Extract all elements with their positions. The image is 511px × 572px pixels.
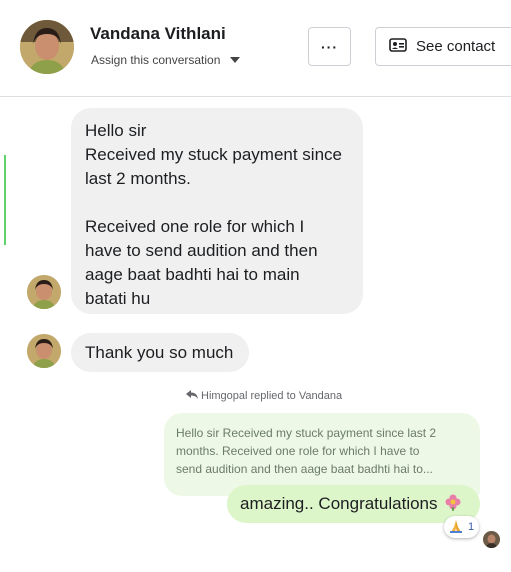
message-text: amazing.. Congratulations: [240, 494, 438, 513]
reaction-badge[interactable]: 1: [444, 516, 480, 538]
contact-avatar[interactable]: [20, 20, 74, 74]
prayer-hands-icon: [448, 518, 464, 537]
conversation-header: Vandana Vithlani Assign this conversatio…: [0, 0, 511, 97]
contact-name: Vandana Vithlani: [90, 24, 226, 43]
sender-avatar[interactable]: [27, 275, 61, 309]
quoted-message[interactable]: Hello sir Received my stuck payment sinc…: [164, 413, 480, 496]
message-line: aage baat badhti hai to main: [85, 265, 300, 284]
message-line: Hello sir: [85, 121, 147, 140]
quoted-line: months. Received one role for which I ha…: [176, 444, 420, 458]
reply-arrow-icon: [186, 389, 199, 403]
message-bubble-outgoing[interactable]: amazing.. Congratulations: [227, 485, 480, 523]
more-options-button[interactable]: ···: [308, 27, 351, 66]
seen-avatar: [483, 531, 500, 548]
reply-context-label: Himgopal replied to Vandana: [201, 390, 343, 402]
reaction-count: 1: [468, 521, 475, 533]
quoted-line: Hello sir Received my stuck payment sinc…: [176, 426, 437, 440]
active-indicator: [4, 155, 6, 245]
sender-avatar[interactable]: [27, 334, 61, 368]
message-line: batati hu: [85, 289, 151, 308]
flower-icon: [444, 493, 462, 516]
see-contact-label: See contact: [416, 38, 496, 55]
see-contact-button[interactable]: See contact: [375, 27, 511, 66]
message-line: Received my stuck payment since: [85, 145, 342, 164]
message-bubble-incoming[interactable]: Hello sir Received my stuck payment sinc…: [71, 108, 363, 314]
assign-label: Assign this conversation: [91, 53, 221, 67]
message-line: have to send audition and then: [85, 241, 318, 260]
quoted-line: send audition and then aage baat badhti …: [176, 462, 433, 476]
message-line: Received one role for which I: [85, 217, 305, 236]
message-text: Thank you so much: [85, 343, 234, 362]
message-bubble-incoming[interactable]: Thank you so much: [71, 333, 249, 372]
message-line: last 2 months.: [85, 169, 191, 188]
caret-down-icon: [230, 57, 241, 63]
reply-context: Himgopal replied to Vandana: [186, 389, 342, 403]
assign-conversation-dropdown[interactable]: Assign this conversation: [91, 53, 241, 67]
contact-card-icon: [389, 37, 407, 56]
